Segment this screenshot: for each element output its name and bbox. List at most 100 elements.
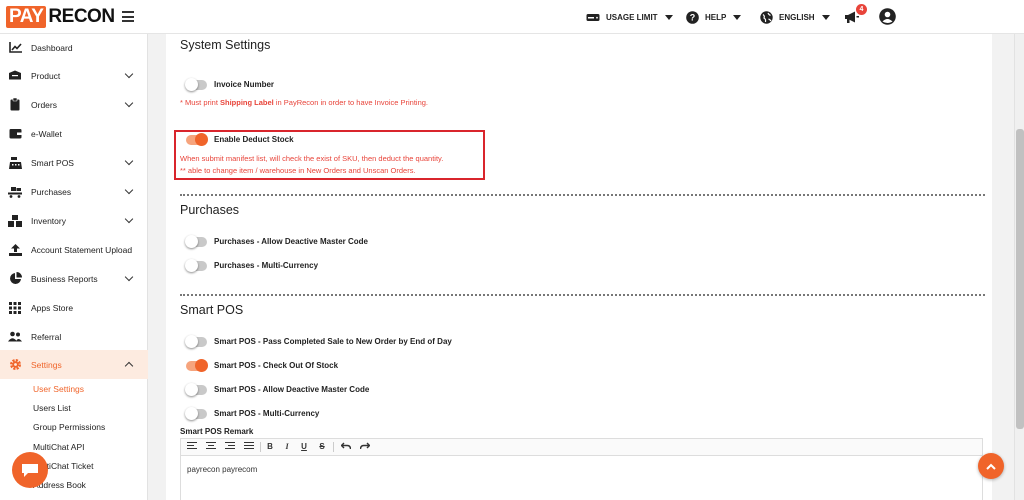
smart-pos-option-label: Smart POS - Multi-Currency [214, 409, 320, 418]
undo-icon[interactable] [340, 442, 352, 452]
sidebar-item-label: Settings [31, 359, 62, 370]
smart-pos-multi-currency-toggle[interactable] [185, 407, 207, 420]
smart-pos-deactive-master-code-toggle[interactable] [185, 383, 207, 396]
chevron-down-icon [124, 156, 134, 166]
purchases-multi-currency-toggle[interactable] [185, 259, 207, 272]
chevron-down-icon [124, 69, 134, 79]
cash-register-icon [8, 156, 22, 170]
sidebar-item-settings[interactable]: Settings [0, 350, 148, 379]
invoice-note-pre: * Must print [180, 98, 221, 107]
submenu-multichat-api[interactable]: MultiChat API [33, 442, 85, 452]
invoice-number-label: Invoice Number [214, 80, 275, 89]
strikethrough-icon[interactable]: S [317, 442, 327, 452]
smart-pos-check-out-of-stock-toggle[interactable] [186, 359, 208, 372]
enable-deduct-stock-toggle[interactable] [186, 133, 208, 146]
submenu-user-settings[interactable]: User Settings [33, 384, 84, 394]
chevron-down-icon [124, 272, 134, 282]
purchases-deactive-master-code-toggle[interactable] [185, 235, 207, 248]
sidebar-item-purchases[interactable]: Purchases [0, 177, 148, 206]
bold-icon[interactable]: B [265, 442, 275, 452]
user-circle-icon [879, 8, 896, 25]
section-divider [180, 194, 985, 196]
sidebar-item-label: Referral [31, 331, 62, 342]
section-divider [180, 294, 985, 296]
chevron-up-icon [124, 361, 134, 371]
pie-chart-icon [8, 272, 22, 286]
deduct-stock-note-2: ** able to change item / warehouse in Ne… [180, 166, 416, 175]
sidebar-item-business-reports[interactable]: Business Reports [0, 264, 148, 293]
sidebar-item-product[interactable]: Product [0, 61, 148, 90]
smart-pos-option-label: Smart POS - Check Out Of Stock [214, 361, 339, 370]
sidebar-item-orders[interactable]: Orders [0, 90, 148, 119]
payrecon-logo[interactable]: PAY RECON [6, 6, 115, 28]
live-chat-button[interactable] [12, 452, 48, 488]
sidebar-item-referral[interactable]: Referral [0, 322, 148, 351]
scrollbar-thumb[interactable] [1016, 129, 1024, 429]
help-menu[interactable]: ? HELP [686, 0, 742, 34]
question-circle-icon: ? [686, 10, 699, 24]
sidebar-item-ewallet[interactable]: e-Wallet [0, 119, 148, 148]
sidebar-item-label: Dashboard [31, 42, 73, 53]
dolly-icon [8, 185, 22, 199]
align-center-icon[interactable] [206, 442, 216, 452]
top-bar: PAY RECON USAGE LIMIT ? HELP ENGLISH 4 [0, 0, 1024, 34]
remark-text[interactable]: payrecon payrecom [187, 465, 257, 474]
italic-icon[interactable]: I [282, 442, 292, 452]
box-icon [8, 69, 22, 83]
usage-limit-label: USAGE LIMIT [606, 12, 658, 22]
submenu-users-list[interactable]: Users List [33, 403, 71, 413]
align-right-icon[interactable] [225, 442, 235, 452]
underline-icon[interactable]: U [299, 442, 309, 452]
sidebar-item-label: Product [31, 70, 61, 81]
wallet-icon [8, 127, 22, 141]
scroll-to-top-button[interactable] [978, 453, 1004, 479]
language-label: ENGLISH [779, 12, 815, 22]
invoice-number-toggle[interactable] [185, 78, 207, 91]
sidebar-item-label: Purchases [31, 186, 72, 197]
shipping-label-emphasis: Shipping Label [220, 98, 274, 107]
submenu-group-permissions[interactable]: Group Permissions [33, 422, 105, 432]
sidebar-item-label: Account Statement Upload [31, 244, 133, 255]
purchases-title: Purchases [180, 203, 240, 217]
clipboard-icon [8, 98, 22, 112]
align-justify-icon[interactable] [244, 442, 254, 452]
toolbar-separator [260, 442, 261, 452]
sidebar-item-smart-pos[interactable]: Smart POS [0, 148, 148, 177]
usage-limit-menu[interactable]: USAGE LIMIT [586, 0, 673, 34]
chat-bubble-icon [22, 463, 38, 477]
announcement-button[interactable]: 4 [844, 4, 867, 24]
upload-icon [8, 243, 22, 257]
page-scrollbar[interactable] [1014, 34, 1024, 500]
sidebar: Dashboard Product Orders e-Wallet Smart … [0, 34, 148, 500]
chevron-down-icon [124, 185, 134, 195]
language-menu[interactable]: ENGLISH [760, 0, 830, 34]
chevron-up-icon [986, 463, 996, 470]
notification-badge: 4 [856, 4, 867, 15]
gear-icon [8, 358, 22, 372]
drive-icon [586, 13, 600, 21]
redo-icon[interactable] [359, 442, 371, 452]
purchases-option-label: Purchases - Allow Deactive Master Code [214, 237, 368, 246]
sidebar-item-label: Inventory [31, 215, 66, 226]
help-label: HELP [705, 12, 727, 22]
enable-deduct-stock-label: Enable Deduct Stock [214, 135, 294, 144]
sidebar-item-label: e-Wallet [31, 128, 62, 139]
smart-pos-title: Smart POS [180, 303, 244, 317]
toolbar-separator [333, 442, 334, 452]
sidebar-item-dashboard[interactable]: Dashboard [0, 33, 148, 62]
user-avatar[interactable] [879, 8, 896, 25]
align-left-icon[interactable] [187, 442, 197, 452]
purchases-option-label: Purchases - Multi-Currency [214, 261, 319, 270]
sidebar-item-account-statement-upload[interactable]: Account Statement Upload [0, 235, 148, 264]
sidebar-item-apps-store[interactable]: Apps Store [0, 293, 148, 322]
sidebar-item-label: Business Reports [31, 273, 98, 284]
smart-pos-pass-completed-sale-toggle[interactable] [185, 335, 207, 348]
logo-pay: PAY [6, 6, 47, 28]
smart-pos-remark-label: Smart POS Remark [180, 427, 254, 436]
smart-pos-remark-editor[interactable]: B I U S payrecon payrecom [180, 438, 983, 500]
invoice-note: * Must print Shipping Label in PayRecon … [180, 98, 428, 107]
sidebar-item-inventory[interactable]: Inventory [0, 206, 148, 235]
chevron-down-icon [124, 214, 134, 224]
menu-toggle-icon[interactable] [122, 11, 134, 22]
editor-toolbar: B I U S [181, 439, 982, 456]
